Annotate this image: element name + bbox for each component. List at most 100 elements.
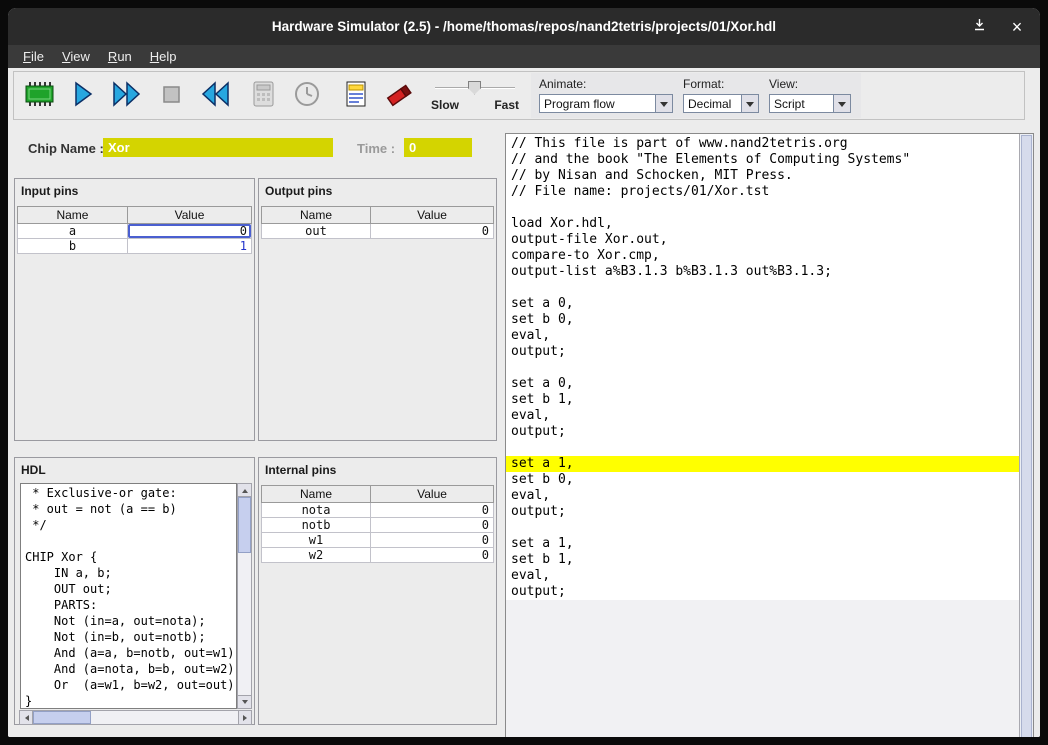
single-step-button[interactable]	[61, 74, 105, 118]
menu-file[interactable]: File	[14, 47, 53, 66]
hardware-simulator-window: Hardware Simulator (2.5) - /home/thomas/…	[8, 8, 1040, 737]
load-chip-button[interactable]	[17, 74, 61, 118]
clear-button[interactable]	[377, 74, 421, 118]
reset-button[interactable]	[193, 74, 237, 118]
script-view[interactable]: // This file is part of www.nand2tetris.…	[506, 134, 1019, 737]
pin-value[interactable]: 1	[127, 239, 251, 254]
document-icon	[340, 79, 370, 112]
calculator-button[interactable]	[241, 74, 285, 118]
output-pins-table: NameValueout0	[261, 206, 494, 239]
pin-name: a	[18, 224, 128, 239]
code-line: output-list a%B3.1.3 b%B3.1.3 out%B3.1.3…	[511, 264, 1019, 280]
code-line: Or (a=w1, b=w2, out=out);	[25, 677, 236, 693]
close-button[interactable]: ×	[1006, 16, 1028, 38]
chip-icon	[22, 79, 56, 112]
menu-bar: File View Run Help	[8, 45, 1040, 68]
input-pins-table: NameValuea0b1	[17, 206, 252, 254]
scrollbar-thumb[interactable]	[1021, 135, 1032, 737]
scrollbar-thumb[interactable]	[238, 497, 251, 553]
code-line: eval,	[511, 488, 1019, 504]
code-line	[511, 200, 1019, 216]
code-line: set b 1,	[511, 392, 1019, 408]
format-label: Format:	[683, 77, 759, 91]
code-line: // and the book "The Elements of Computi…	[511, 152, 1019, 168]
pin-row-w2: w20	[262, 548, 494, 563]
menu-help[interactable]: Help	[141, 47, 186, 66]
pin-row-nota: nota0	[262, 503, 494, 518]
code-line: set b 1,	[511, 552, 1019, 568]
script-vertical-scrollbar[interactable]	[1019, 134, 1033, 737]
code-line: eval,	[511, 408, 1019, 424]
animate-value: Program flow	[540, 95, 655, 112]
pin-value: 0	[371, 503, 494, 518]
code-line	[511, 440, 1019, 456]
code-line: // by Nisan and Schocken, MIT Press.	[511, 168, 1019, 184]
pin-value: 0	[371, 533, 494, 548]
stop-icon	[157, 80, 185, 111]
animate-label: Animate:	[539, 77, 673, 91]
menu-run[interactable]: Run	[99, 47, 141, 66]
hdl-horizontal-scrollbar[interactable]	[19, 710, 252, 725]
view-value: Script	[770, 95, 833, 112]
code-line: output-file Xor.out,	[511, 232, 1019, 248]
run-button[interactable]	[105, 74, 149, 118]
eraser-icon	[383, 79, 415, 112]
internal-pins-title: Internal pins	[259, 458, 496, 480]
menu-view[interactable]: View	[53, 47, 99, 66]
code-line: OUT out;	[25, 581, 236, 597]
code-line	[25, 533, 236, 549]
pin-value: 0	[371, 224, 494, 239]
minimize-button[interactable]	[968, 16, 990, 38]
code-line: * out = not (a == b)	[25, 501, 236, 517]
code-line: * Exclusive-or gate:	[25, 485, 236, 501]
speed-slider-group: Slow Fast	[431, 80, 519, 112]
scroll-right-icon[interactable]	[238, 711, 251, 724]
code-line: output;	[511, 424, 1019, 440]
pin-value: 0	[371, 548, 494, 563]
chip-name-label: Chip Name :	[28, 141, 104, 156]
stop-button[interactable]	[149, 74, 193, 118]
slider-thumb[interactable]	[468, 81, 481, 95]
speed-slider[interactable]	[435, 80, 515, 96]
pin-value: 0	[371, 518, 494, 533]
clock-button[interactable]	[285, 74, 329, 118]
fast-label: Fast	[494, 98, 519, 112]
scrollbar-thumb[interactable]	[33, 711, 91, 724]
code-line	[511, 280, 1019, 296]
code-line: set b 0,	[511, 472, 1019, 488]
chevron-down-icon	[833, 95, 850, 112]
internal-pins-panel: Internal pins NameValuenota0notb0w10w20	[258, 457, 497, 725]
calculator-icon	[248, 79, 278, 112]
clock-icon	[292, 79, 322, 112]
pin-name: b	[18, 239, 128, 254]
script-code: // This file is part of www.nand2tetris.…	[506, 134, 1019, 600]
column-header-name: Name	[18, 207, 128, 224]
window-title: Hardware Simulator (2.5) - /home/thomas/…	[272, 19, 776, 34]
toolbar: Slow Fast Animate: Program flow Format: …	[13, 71, 1025, 120]
animate-select[interactable]: Program flow	[539, 94, 673, 113]
pin-row-w1: w10	[262, 533, 494, 548]
input-pins-panel: Input pins NameValuea0b1	[14, 178, 255, 441]
code-line: PARTS:	[25, 597, 236, 613]
scroll-down-icon[interactable]	[238, 695, 251, 708]
scroll-left-icon[interactable]	[20, 711, 33, 724]
scroll-up-icon[interactable]	[238, 484, 251, 497]
code-line: IN a, b;	[25, 565, 236, 581]
view-format-button[interactable]	[333, 74, 377, 118]
hdl-code-view[interactable]: * Exclusive-or gate: * out = not (a == b…	[20, 483, 237, 709]
code-line: output;	[511, 584, 1019, 600]
output-pins-panel: Output pins NameValueout0	[258, 178, 497, 441]
pin-name: w1	[262, 533, 371, 548]
code-line: set a 0,	[511, 376, 1019, 392]
code-line: set a 1,	[511, 536, 1019, 552]
code-line: eval,	[511, 568, 1019, 584]
title-bar: Hardware Simulator (2.5) - /home/thomas/…	[8, 8, 1040, 45]
format-select[interactable]: Decimal	[683, 94, 759, 113]
code-line: compare-to Xor.cmp,	[511, 248, 1019, 264]
hdl-title: HDL	[15, 458, 254, 480]
hdl-vertical-scrollbar[interactable]	[237, 483, 252, 709]
input-pins-title: Input pins	[15, 179, 254, 201]
view-select[interactable]: Script	[769, 94, 851, 113]
pin-row-notb: notb0	[262, 518, 494, 533]
pin-value[interactable]: 0	[127, 224, 251, 239]
